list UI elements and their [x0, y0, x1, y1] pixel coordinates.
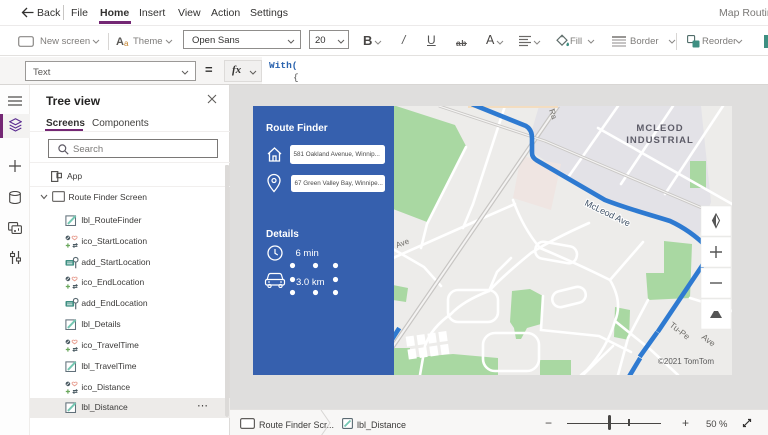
- svg-text:©2021 TomTom: ©2021 TomTom: [658, 357, 714, 366]
- svg-text:INDUSTRIAL: INDUSTRIAL: [626, 135, 694, 146]
- svg-text:a: a: [124, 39, 129, 47]
- svg-text:A: A: [116, 36, 124, 47]
- svg-text:MCLEOD: MCLEOD: [636, 123, 683, 134]
